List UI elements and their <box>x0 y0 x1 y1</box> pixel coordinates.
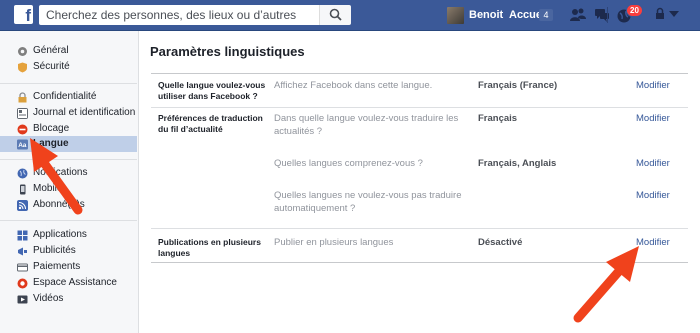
page-title: Paramètres linguistiques <box>150 44 305 59</box>
sidebar-item-support[interactable]: Espace Assistance <box>0 275 137 291</box>
sidebar-item-mobile[interactable]: Mobile <box>0 181 137 197</box>
sidebar-item-label: Mobile <box>33 183 63 194</box>
caret-down-icon[interactable] <box>669 11 679 17</box>
sidebar-item-general[interactable]: Général <box>0 43 137 59</box>
sidebar-divider <box>0 83 137 84</box>
gear-icon <box>18 47 27 56</box>
facebook-logo[interactable]: f <box>14 5 33 24</box>
sidebar-item-label: Publicités <box>33 245 76 256</box>
search-input[interactable]: Cherchez des personnes, des lieux ou d’a… <box>39 5 319 42</box>
lock-icon <box>18 92 27 103</box>
sidebar-item-label: Blocage <box>33 123 70 134</box>
lock-icon[interactable] <box>654 6 666 22</box>
sidebar-item-label: Journal et identification <box>33 107 136 118</box>
sidebar-item-security[interactable]: Sécurité <box>0 59 137 75</box>
sidebar-item-label: Applications <box>33 229 87 240</box>
language-settings-panel: Paramètres linguistiques Quelle langue v… <box>139 31 700 333</box>
settings-sidebar: Général Sécurité Confidentialité Journal… <box>0 31 139 333</box>
setting-value: Français <box>478 113 518 124</box>
setting-description: Quelles langues ne voulez-vous pas tradu… <box>274 190 462 214</box>
shield-icon <box>18 62 27 73</box>
sidebar-item-ads[interactable]: Publicités <box>0 243 137 259</box>
sidebar-divider <box>0 220 137 221</box>
sidebar-item-privacy[interactable]: Confidentialité <box>0 89 137 105</box>
sidebar-item-followers[interactable]: Abonné(e)s <box>0 197 137 213</box>
sidebar-item-videos[interactable]: Vidéos <box>0 291 137 307</box>
setting-label: Publications en plusieurs langues <box>158 237 261 258</box>
profile-link[interactable]: Benoit <box>469 9 503 21</box>
setting-label: Quelle langue voulez-vous utiliser dans … <box>158 80 266 101</box>
setting-value: Français (France) <box>478 80 558 91</box>
edit-link[interactable]: Modifier <box>636 237 670 248</box>
video-icon <box>17 295 28 304</box>
sidebar-item-language[interactable]: Aa Langue <box>0 136 137 152</box>
sidebar-item-label: Langue <box>33 138 69 149</box>
messages-icon[interactable] <box>593 6 611 24</box>
setting-value: Français, Anglais <box>478 158 557 169</box>
setting-description: Quelles langues comprenez-vous ? <box>274 158 423 169</box>
sidebar-item-label: Confidentialité <box>33 91 97 102</box>
support-icon <box>17 278 28 289</box>
edit-link[interactable]: Modifier <box>636 80 670 91</box>
setting-description: Publier en plusieurs langues <box>274 237 394 248</box>
row-divider <box>151 228 688 229</box>
avatar[interactable] <box>447 7 464 24</box>
sidebar-item-notifications[interactable]: Notifications <box>0 165 137 181</box>
setting-label: Préférences de traduction du fil d’actua… <box>158 113 263 134</box>
ads-icon <box>18 247 27 256</box>
row-divider <box>151 107 688 108</box>
home-count-badge: 4 <box>539 9 553 21</box>
sidebar-item-label: Général <box>33 45 69 56</box>
sidebar-item-label: Abonné(e)s <box>33 199 85 210</box>
sidebar-item-label: Sécurité <box>33 61 70 72</box>
top-separator <box>607 7 608 23</box>
top-bar: f Cherchez des personnes, des lieux ou d… <box>0 0 700 42</box>
header-divider <box>151 73 688 74</box>
block-icon <box>17 124 28 135</box>
sidebar-item-label: Paiements <box>33 261 81 272</box>
setting-description: Dans quelle langue voulez-vous traduire … <box>274 113 459 137</box>
language-icon: Aa <box>17 139 28 150</box>
friends-icon[interactable] <box>569 6 587 24</box>
sidebar-item-blocking[interactable]: Blocage <box>0 121 137 137</box>
section-divider <box>151 262 688 263</box>
edit-link[interactable]: Modifier <box>636 113 670 124</box>
svg-text:a: a <box>23 142 27 149</box>
globe-icon <box>17 168 28 179</box>
search-icon <box>329 8 342 21</box>
search-button[interactable] <box>319 5 351 25</box>
sidebar-divider <box>0 159 137 160</box>
sidebar-item-label: Notifications <box>33 167 88 178</box>
notifications-badge: 20 <box>626 4 643 17</box>
sidebar-item-label: Vidéos <box>33 293 64 304</box>
setting-description: Affichez Facebook dans cette langue. <box>274 80 433 91</box>
rss-icon <box>17 200 28 211</box>
edit-link[interactable]: Modifier <box>636 190 670 201</box>
sidebar-item-payments[interactable]: Paiements <box>0 259 137 275</box>
timeline-icon <box>17 108 28 119</box>
payments-icon <box>17 263 28 272</box>
edit-link[interactable]: Modifier <box>636 158 670 169</box>
setting-value: Désactivé <box>478 237 523 248</box>
sidebar-item-apps[interactable]: Applications <box>0 227 137 243</box>
mobile-icon <box>20 184 26 195</box>
sidebar-item-label: Espace Assistance <box>33 277 117 288</box>
apps-icon <box>17 230 28 241</box>
sidebar-item-timeline[interactable]: Journal et identification <box>0 105 137 121</box>
